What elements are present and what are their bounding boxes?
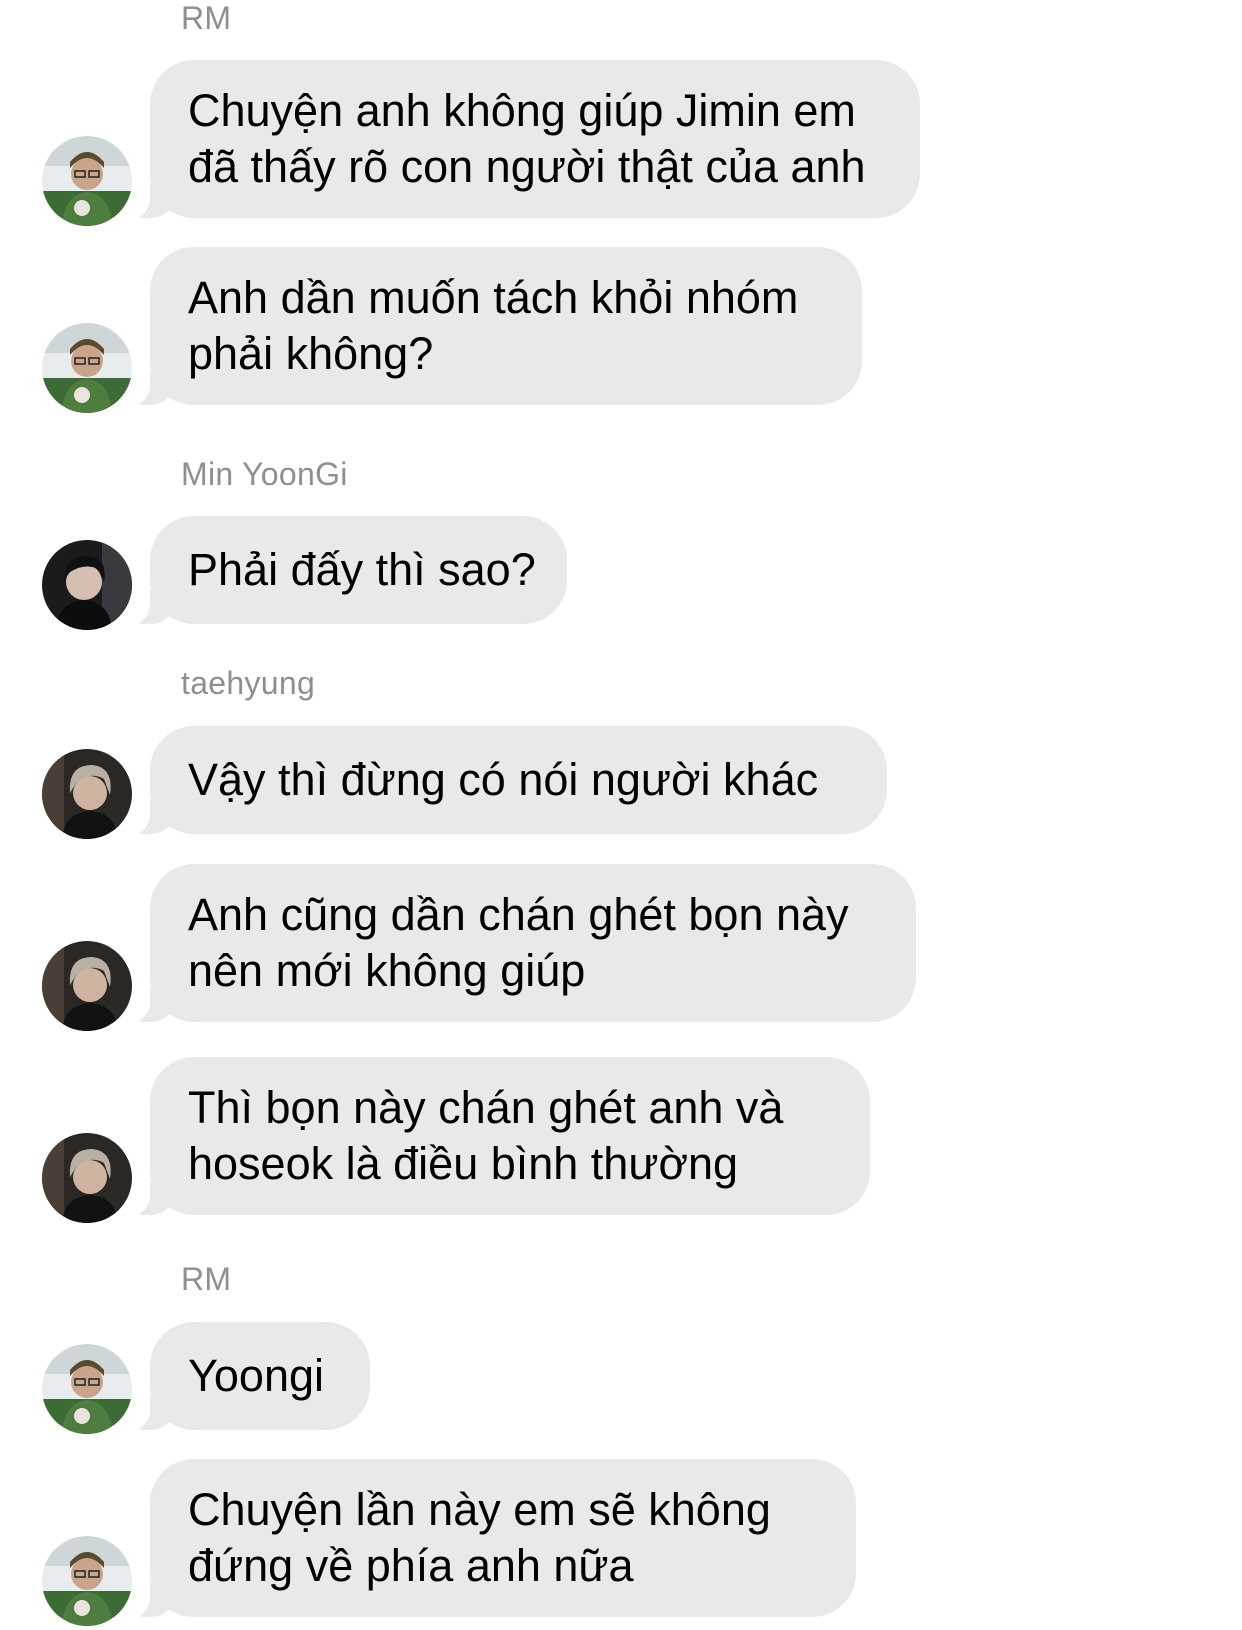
message-bubble[interactable]: Chuyện anh không giúp Jimin em đã thấy r… (128, 60, 920, 219)
message-text: Phải đấy thì sao? (188, 544, 536, 595)
sender-name: taehyung (181, 665, 316, 701)
rm-avatar[interactable] (42, 323, 132, 413)
sender-name: RM (181, 1261, 232, 1297)
taehyung-avatar[interactable] (42, 941, 132, 1031)
message-bubble[interactable]: Phải đấy thì sao? (128, 516, 567, 625)
message-bubble[interactable]: Anh cũng dần chán ghét bọn này nên mới k… (128, 864, 916, 1023)
message-bubble[interactable]: Yoongi (128, 1322, 370, 1431)
message-text: Vậy thì đừng có nói người khác (188, 754, 819, 805)
message-text: đã thấy rõ con người thật của anh (188, 141, 866, 192)
message-text: Anh cũng dần chán ghét bọn này (188, 889, 849, 940)
message-bubble[interactable]: Vậy thì đừng có nói người khác (128, 726, 887, 835)
sender-name: RM (181, 0, 232, 36)
message-text: phải không? (188, 328, 434, 379)
message-text: Yoongi (188, 1350, 324, 1401)
message-text: Anh dần muốn tách khỏi nhóm (188, 272, 799, 323)
rm-avatar[interactable] (42, 1536, 132, 1626)
message-bubble[interactable]: Thì bọn này chán ghét anh và hoseok là đ… (128, 1057, 870, 1216)
taehyung-avatar[interactable] (42, 749, 132, 839)
message-text: Chuyện lần này em sẽ không (188, 1484, 771, 1535)
message-text: đứng về phía anh nữa (188, 1540, 634, 1591)
yoongi-avatar[interactable] (42, 540, 132, 630)
message-bubble[interactable]: Anh dần muốn tách khỏi nhóm phải không? (128, 247, 862, 406)
message-bubble[interactable]: Chuyện lần này em sẽ không đứng về phía … (128, 1459, 856, 1618)
taehyung-avatar[interactable] (42, 1133, 132, 1223)
rm-avatar[interactable] (42, 136, 132, 226)
message-text: Chuyện anh không giúp Jimin em (188, 85, 856, 136)
message-text: Thì bọn này chán ghét anh và (188, 1082, 784, 1133)
sender-name: Min YoonGi (181, 456, 348, 492)
message-text: hoseok là điều bình thường (188, 1138, 739, 1189)
rm-avatar[interactable] (42, 1344, 132, 1434)
message-text: nên mới không giúp (188, 945, 586, 996)
